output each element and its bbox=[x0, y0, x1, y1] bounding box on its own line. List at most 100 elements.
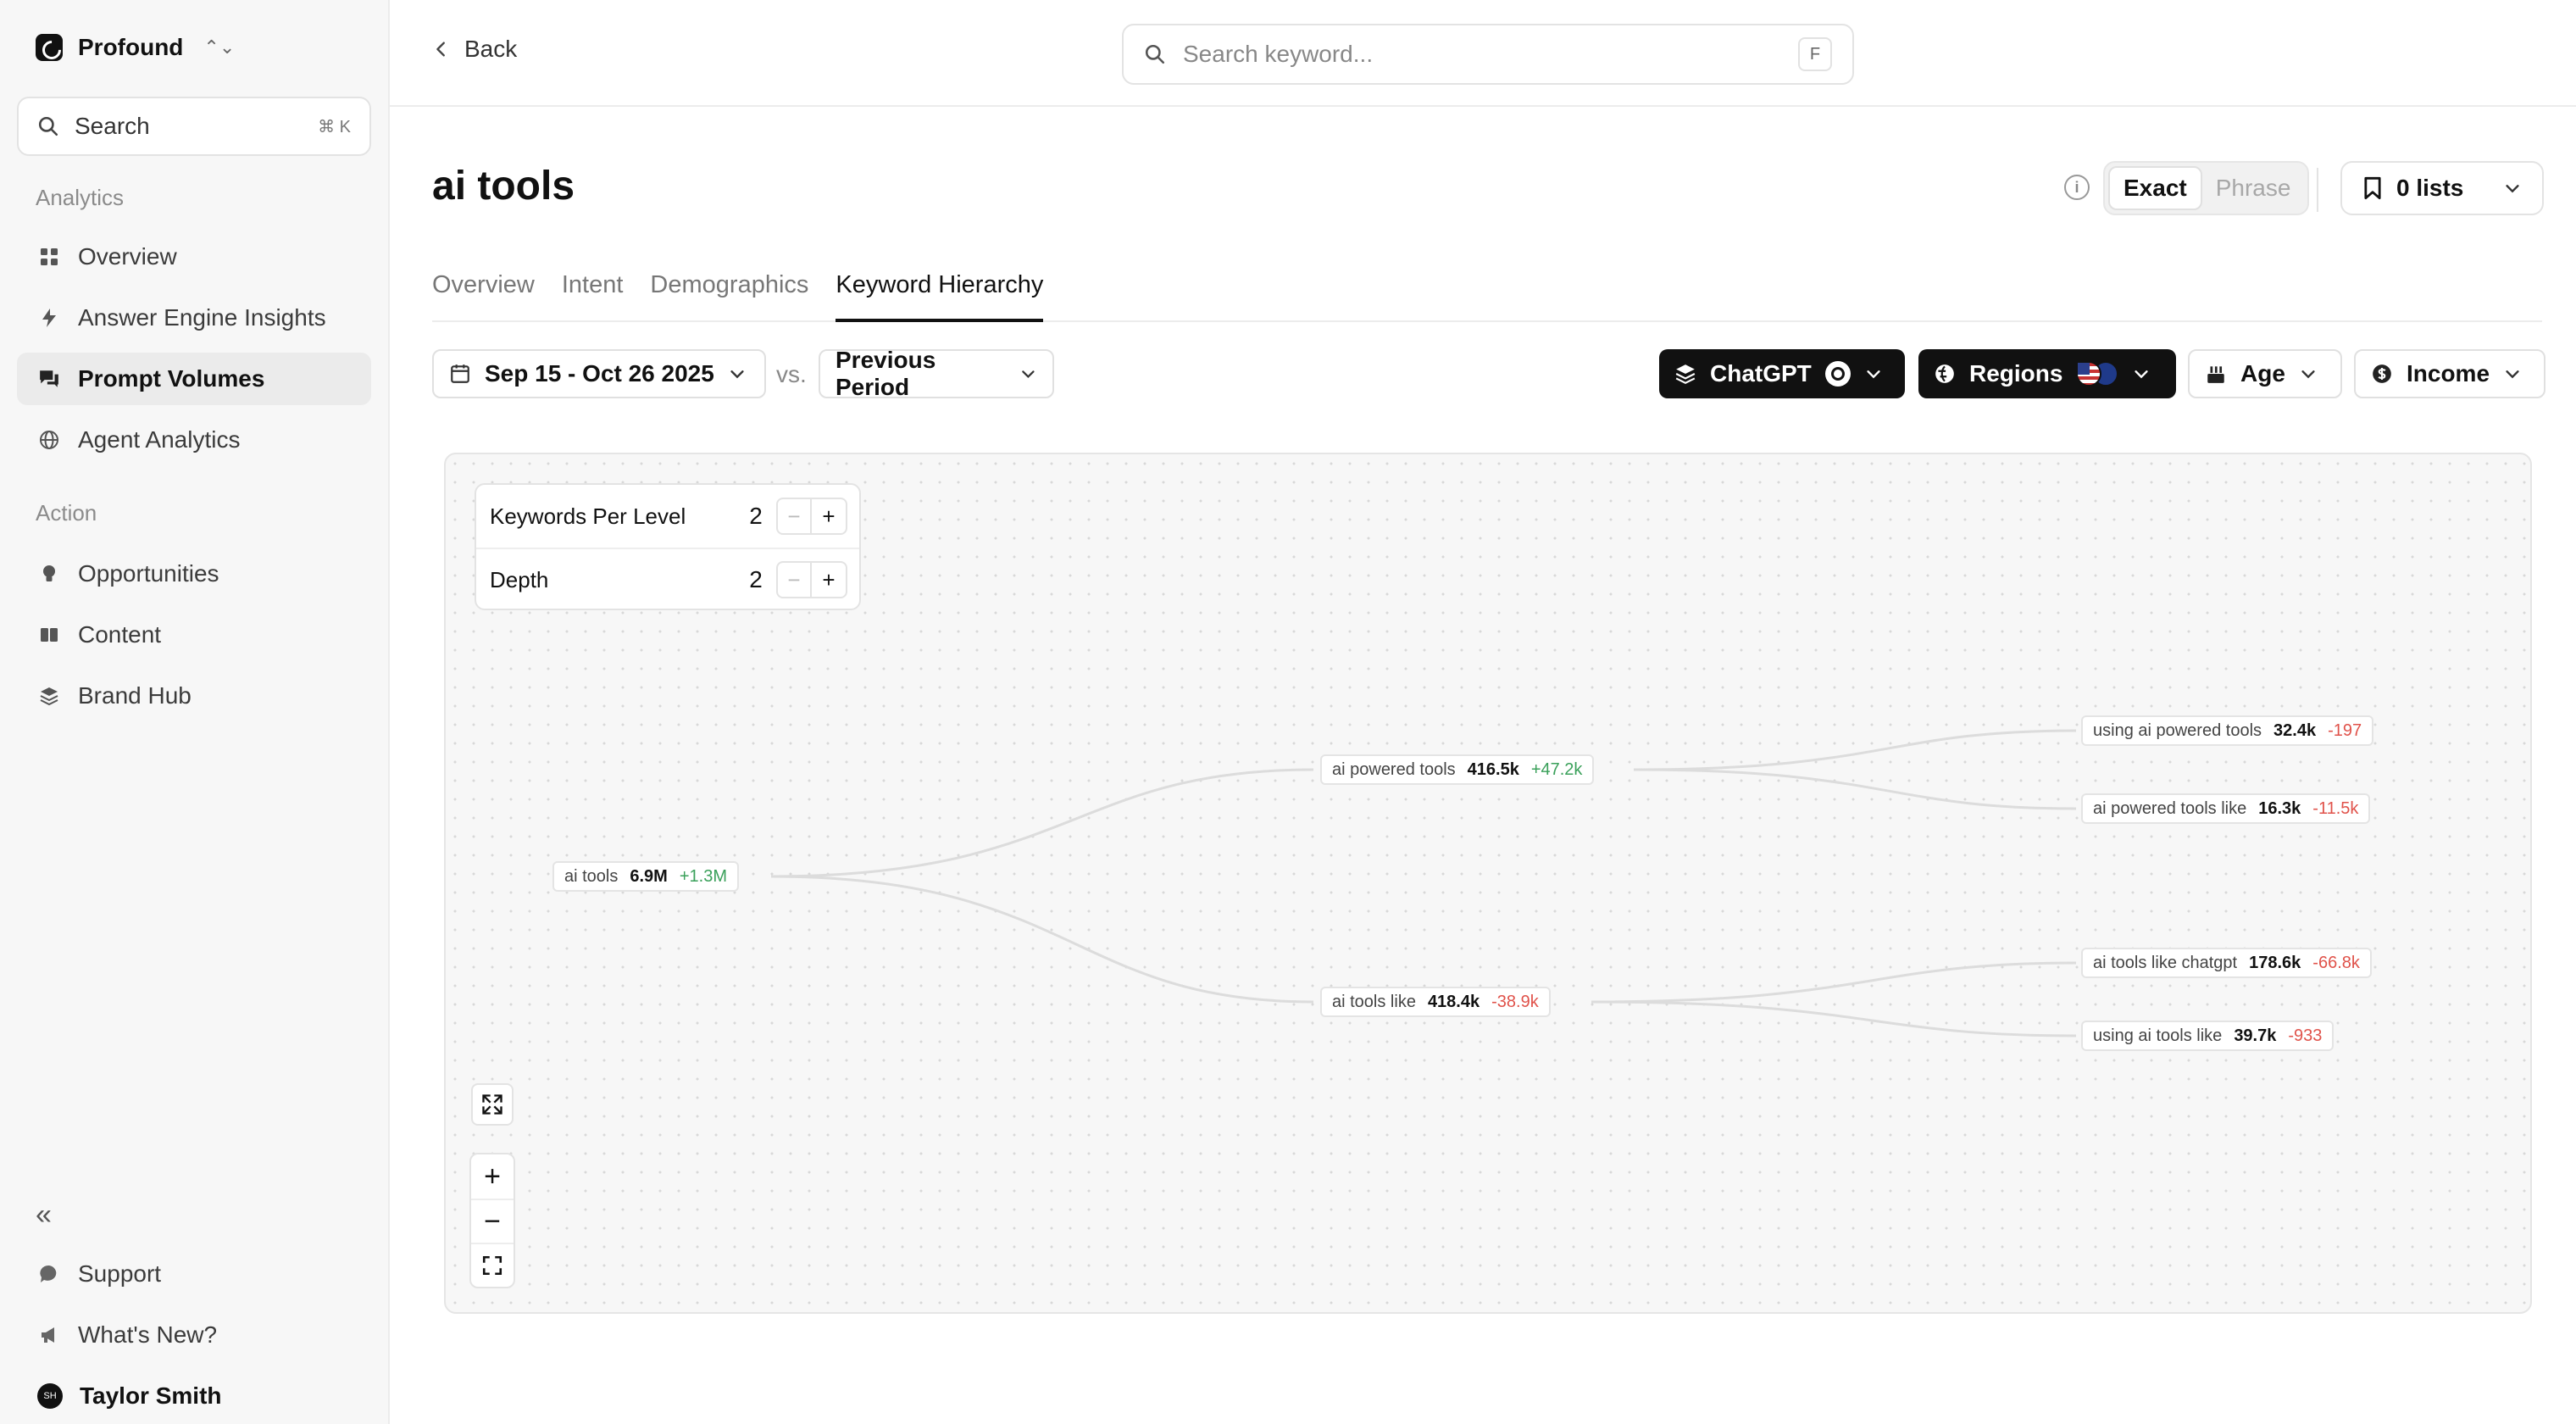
sidebar-item-answer-engine-insights[interactable]: Answer Engine Insights bbox=[17, 292, 371, 344]
decrement-icon[interactable]: − bbox=[778, 563, 812, 597]
sidebar-search-label: Search bbox=[75, 113, 150, 139]
node-change: -66.8k bbox=[2312, 953, 2360, 972]
connector-ai-powered-tools-to-using-ai-powered-tools bbox=[1633, 729, 2077, 771]
lists-dropdown[interactable]: 0 lists bbox=[2340, 161, 2544, 215]
regions-value: Regions bbox=[1969, 360, 2063, 387]
tab-overview[interactable]: Overview bbox=[432, 263, 535, 322]
sidebar-item-content[interactable]: Content bbox=[17, 609, 371, 661]
match-exact-button[interactable]: Exact bbox=[2108, 166, 2202, 210]
section-label-analytics: Analytics bbox=[36, 185, 125, 210]
keywords-per-level-stepper: − + bbox=[776, 498, 847, 535]
sidebar-search-button[interactable]: Search ⌘ K bbox=[17, 97, 371, 156]
comparison-period-dropdown[interactable]: Previous Period bbox=[819, 347, 1054, 400]
keyword-node-ai-powered-tools[interactable]: ai powered tools 416.5k +47.2k bbox=[1320, 754, 1595, 785]
chevron-down-icon bbox=[2135, 370, 2149, 379]
page-title: ai tools bbox=[432, 164, 575, 209]
sidebar-item-label: Opportunities bbox=[78, 560, 219, 587]
node-keyword: using ai powered tools bbox=[2093, 720, 2262, 740]
depth-stepper: − + bbox=[776, 561, 847, 598]
chevron-down-icon bbox=[1867, 370, 1880, 379]
node-keyword: ai tools like bbox=[1332, 992, 1416, 1011]
sidebar-item-agent-analytics[interactable]: Agent Analytics bbox=[17, 414, 371, 466]
tab-keyword-hierarchy[interactable]: Keyword Hierarchy bbox=[836, 263, 1044, 322]
income-value: Income bbox=[2407, 360, 2490, 387]
back-button[interactable]: Back bbox=[432, 36, 517, 63]
keywords-per-level-value: 2 bbox=[749, 503, 763, 529]
bookmark-icon bbox=[2364, 176, 2381, 200]
search-placeholder: Search keyword... bbox=[1183, 41, 1374, 67]
income-dropdown[interactable]: Income bbox=[2354, 349, 2545, 398]
sidebar-item-whats-new[interactable]: What's New? bbox=[17, 1309, 371, 1361]
engine-dropdown[interactable]: ChatGPT bbox=[1659, 349, 1905, 398]
search-shortcut: ⌘ K bbox=[318, 117, 351, 136]
node-volume: 16.3k bbox=[2258, 798, 2301, 818]
comparison-period-value: Previous Period bbox=[836, 347, 936, 400]
age-value: Age bbox=[2240, 360, 2285, 387]
node-volume: 416.5k bbox=[1467, 759, 1519, 779]
sidebar-item-overview[interactable]: Overview bbox=[17, 231, 371, 283]
chat-icon bbox=[37, 1262, 61, 1286]
sidebar-item-prompt-volumes[interactable]: Prompt Volumes bbox=[17, 353, 371, 405]
keywords-per-level-label: Keywords Per Level bbox=[490, 503, 686, 529]
keyword-node-ai-powered-tools-like[interactable]: ai powered tools like 16.3k -11.5k bbox=[2081, 793, 2371, 824]
match-phrase-button[interactable]: Phrase bbox=[2202, 166, 2305, 210]
avatar: SH bbox=[37, 1383, 63, 1409]
node-change: -933 bbox=[2288, 1026, 2323, 1045]
chevron-left-icon bbox=[436, 42, 445, 57]
chevron-down-icon bbox=[2506, 185, 2519, 193]
keyword-node-using-ai-tools-like[interactable]: using ai tools like 39.7k -933 bbox=[2081, 1021, 2334, 1051]
sidebar-item-label: Prompt Volumes bbox=[78, 365, 265, 392]
sidebar-item-brand-hub[interactable]: Brand Hub bbox=[17, 670, 371, 722]
chevron-down-icon bbox=[2506, 370, 2519, 379]
node-keyword: ai powered tools like bbox=[2093, 798, 2247, 818]
sidebar-item-label: Answer Engine Insights bbox=[78, 304, 326, 331]
hierarchy-controls-panel: Keywords Per Level 2 − + Depth 2 − + bbox=[475, 483, 861, 610]
keyword-node-using-ai-powered-tools[interactable]: using ai powered tools 32.4k -197 bbox=[2081, 715, 2374, 746]
lightbulb-icon bbox=[37, 562, 61, 586]
age-dropdown[interactable]: Age bbox=[2188, 349, 2342, 398]
connector-ai-powered-tools-to-ai-powered-tools-like bbox=[1633, 768, 2077, 810]
node-volume: 39.7k bbox=[2234, 1026, 2277, 1045]
regions-dropdown[interactable]: Regions bbox=[1918, 349, 2176, 398]
depth-value: 2 bbox=[749, 566, 763, 592]
node-keyword: using ai tools like bbox=[2093, 1026, 2223, 1045]
sidebar-item-label: Brand Hub bbox=[78, 682, 192, 709]
user-menu[interactable]: SH Taylor Smith bbox=[17, 1370, 371, 1422]
globe-icon bbox=[37, 428, 61, 452]
profound-logo-icon bbox=[36, 34, 63, 61]
dollar-icon bbox=[2373, 364, 2391, 383]
date-range-picker[interactable]: Sep 15 - Oct 26 2025 bbox=[432, 349, 766, 398]
increment-icon[interactable]: + bbox=[812, 563, 846, 597]
chevron-down-icon bbox=[730, 370, 744, 379]
collapse-sidebar-icon[interactable]: « bbox=[36, 1199, 52, 1232]
sidebar-item-label: Content bbox=[78, 621, 162, 648]
workspace-switcher[interactable]: Profound ⌃⌄ bbox=[36, 34, 235, 61]
sidebar-item-label: Support bbox=[78, 1260, 162, 1287]
sidebar-item-support[interactable]: Support bbox=[17, 1248, 371, 1300]
sidebar-item-opportunities[interactable]: Opportunities bbox=[17, 548, 371, 600]
zoom-out-icon[interactable]: − bbox=[471, 1199, 514, 1243]
keyword-node-root[interactable]: ai tools 6.9M +1.3M bbox=[552, 861, 739, 892]
node-change: +47.2k bbox=[1530, 759, 1583, 779]
chevron-up-down-icon: ⌃⌄ bbox=[203, 36, 236, 58]
sidebar-item-label: What's New? bbox=[78, 1321, 218, 1348]
zoom-in-icon[interactable]: + bbox=[471, 1154, 514, 1199]
top-bar: Back Search keyword... F bbox=[390, 0, 2576, 107]
expand-icon[interactable] bbox=[471, 1083, 514, 1126]
keyword-node-ai-tools-like-chatgpt[interactable]: ai tools like chatgpt 178.6k -66.8k bbox=[2081, 948, 2372, 978]
node-change: -11.5k bbox=[2312, 798, 2359, 818]
divider bbox=[2317, 168, 2318, 212]
tab-demographics[interactable]: Demographics bbox=[650, 263, 808, 322]
lightning-icon bbox=[37, 306, 61, 330]
megaphone-icon bbox=[37, 1323, 61, 1347]
tab-intent[interactable]: Intent bbox=[562, 263, 624, 322]
connector-ai-tools-like-to-ai-tools-like-chatgpt bbox=[1591, 961, 2077, 1004]
increment-icon[interactable]: + bbox=[812, 499, 846, 533]
info-icon[interactable]: i bbox=[2064, 175, 2090, 200]
keyword-search-input[interactable]: Search keyword... F bbox=[1122, 24, 1854, 85]
keyword-node-ai-tools-like[interactable]: ai tools like 418.4k -38.9k bbox=[1320, 987, 1551, 1017]
fit-view-icon[interactable] bbox=[471, 1243, 514, 1287]
keyword-hierarchy-canvas[interactable]: Keywords Per Level 2 − + Depth 2 − + ai … bbox=[444, 453, 2532, 1314]
keywords-per-level-row: Keywords Per Level 2 − + bbox=[476, 485, 859, 548]
decrement-icon[interactable]: − bbox=[778, 499, 812, 533]
